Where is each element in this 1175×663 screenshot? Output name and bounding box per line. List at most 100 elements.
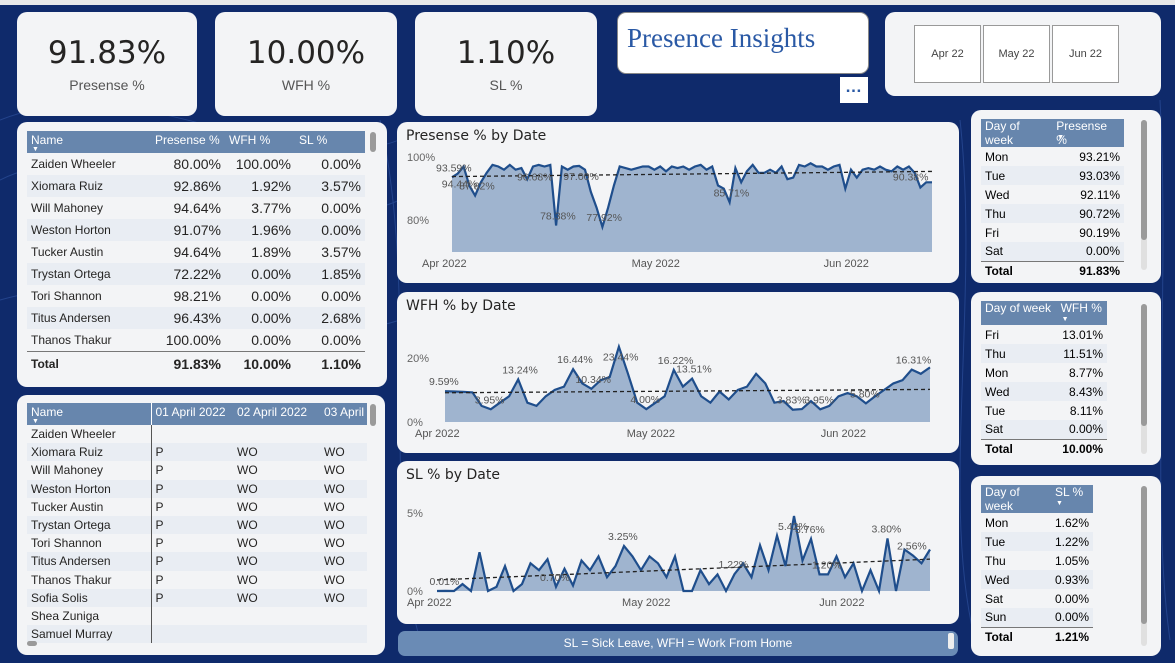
table-row[interactable]: Wed 8.43%	[981, 382, 1107, 401]
dow-col-value[interactable]: SL % ▼	[1051, 485, 1093, 513]
percent-value: 100.00%	[235, 156, 291, 172]
summary-col-wfh[interactable]: WFH %	[225, 131, 295, 153]
daily-col-01apr[interactable]: 01 April 2022	[150, 403, 233, 425]
table-row[interactable]: Sat 0.00%	[981, 420, 1107, 439]
table-row[interactable]: Sat 0.00%	[981, 242, 1124, 261]
table-row[interactable]: Will Mahoney 94.64% 3.77% 0.00%	[27, 197, 365, 219]
percent-value: 8.11%	[1069, 403, 1103, 418]
table-row[interactable]: Xiomara Ruiz 92.86% 1.92% 3.57%	[27, 175, 365, 197]
summary-scroll-thumb[interactable]	[370, 132, 376, 152]
kpi-wfh-value: 10.00%	[246, 35, 366, 71]
table-row[interactable]: Mon 8.77%	[981, 363, 1107, 382]
data-label: 10.34%	[575, 374, 611, 386]
data-label: 3.83%	[777, 395, 807, 407]
table-row[interactable]: Tue 8.11%	[981, 401, 1107, 420]
daily-col-name[interactable]: Name ▼	[27, 403, 151, 425]
x-tick-label: May 2022	[627, 428, 675, 440]
table-row[interactable]: Sat 0.00%	[981, 589, 1093, 608]
table-row[interactable]: Weston Horton 91.07% 1.96% 0.00%	[27, 219, 365, 241]
kpi-sl-card: 1.10% SL %	[415, 12, 597, 116]
table-row[interactable]: Zaiden Wheeler 80.00% 100.00% 0.00%	[27, 153, 365, 175]
daily-col-02apr[interactable]: 02 April 2022	[233, 403, 320, 425]
employee-name: Weston Horton	[31, 223, 111, 237]
month-slicer-apr[interactable]: Apr 22	[914, 25, 981, 83]
dow-wfh-scroll-thumb[interactable]	[1141, 304, 1147, 426]
dow-presense-scrollbar[interactable]	[1141, 120, 1147, 270]
table-row[interactable]: Fri 90.19%	[981, 223, 1124, 242]
dow-wfh-card: Day of week WFH % ▼ Fri 13.01% Thu 11.51% Mon 8.…	[971, 292, 1161, 465]
sort-desc-icon: ▼	[32, 146, 39, 153]
table-row[interactable]: Titus Andersen 96.43% 0.00% 2.68%	[27, 307, 365, 329]
summary-col-sl[interactable]: SL %	[295, 131, 365, 153]
table-row[interactable]: Wed 0.93%	[981, 570, 1093, 589]
table-row[interactable]: Tori Shannon 98.21% 0.00% 0.00%	[27, 285, 365, 307]
month-slicer-may[interactable]: May 22	[983, 25, 1050, 83]
wfh-chart-card: WFH % by Date 20% 0% Apr 2022 May 2022 Jun 2…	[397, 292, 959, 453]
note-scroll-thumb[interactable]	[948, 633, 954, 649]
dow-col-value[interactable]: WFH % ▼	[1057, 301, 1107, 325]
table-row[interactable]: Tue 1.22%	[981, 532, 1093, 551]
table-row[interactable]: Trystan Ortega 72.22% 0.00% 1.85%	[27, 263, 365, 285]
data-label: 3.95%	[804, 394, 834, 406]
table-row[interactable]: Samuel Murray	[27, 625, 367, 644]
table-row[interactable]: Shea Zuniga	[27, 606, 367, 626]
table-row[interactable]: Tue 93.03%	[981, 166, 1124, 185]
y-tick-label: 5%	[407, 508, 423, 520]
table-row[interactable]: Weston Horton P WO WO	[27, 479, 367, 498]
daily-scroll-thumb[interactable]	[370, 404, 376, 426]
dow-sl-scrollbar[interactable]	[1141, 486, 1147, 646]
table-row[interactable]: Mon 93.21%	[981, 147, 1124, 166]
kpi-presense-card: 91.83% Presense %	[17, 12, 197, 116]
table-row[interactable]: Tucker Austin P WO WO	[27, 497, 367, 516]
daily-hscroll-thumb[interactable]	[27, 641, 37, 646]
table-row[interactable]: Mon 1.62%	[981, 513, 1093, 532]
table-row[interactable]: Tori Shannon P WO WO	[27, 534, 367, 553]
summary-col-presense[interactable]: Presense %	[151, 131, 225, 153]
summary-scrollbar[interactable]	[370, 132, 376, 372]
attendance-status: P	[150, 443, 233, 462]
dow-col-value[interactable]: Presense % ▼	[1052, 119, 1124, 147]
data-label: 93.59%	[436, 162, 472, 174]
percent-value: 98.21%	[173, 288, 221, 304]
percent-value: 92.11%	[1080, 187, 1120, 202]
table-row[interactable]: Thu 1.05%	[981, 551, 1093, 570]
percent-value: 1.85%	[321, 266, 361, 282]
table-row[interactable]: Xiomara Ruiz P WO WO	[27, 443, 367, 462]
table-row[interactable]: Thu 90.72%	[981, 204, 1124, 223]
table-row[interactable]: Zaiden Wheeler	[27, 425, 367, 444]
table-row[interactable]: Fri 13.01%	[981, 325, 1107, 344]
month-slicer-jun[interactable]: Jun 22	[1052, 25, 1119, 83]
summary-total-sl: 1.10%	[295, 350, 365, 377]
table-row[interactable]: Titus Andersen P WO WO	[27, 552, 367, 571]
table-row[interactable]: Sun 0.00%	[981, 608, 1093, 627]
employee-name: Trystan Ortega	[31, 518, 111, 533]
table-row[interactable]: Wed 92.11%	[981, 185, 1124, 204]
dow-col-day[interactable]: Day of week	[981, 301, 1057, 325]
dow-wfh-scrollbar[interactable]	[1141, 304, 1147, 454]
data-label: 3.76%	[795, 524, 825, 536]
daily-col-03apr[interactable]: 03 April	[320, 403, 367, 425]
table-row[interactable]: Thu 11.51%	[981, 344, 1107, 363]
dow-total-row: Total 10.00%	[981, 438, 1107, 458]
more-options-button[interactable]: …	[840, 77, 868, 103]
percent-value: 0.00%	[321, 222, 361, 238]
table-row[interactable]: Thanos Thakur 100.00% 0.00% 0.00%	[27, 329, 365, 351]
summary-col-name[interactable]: Name ▼	[27, 131, 151, 153]
dow-col-day[interactable]: Day of week	[981, 119, 1052, 147]
table-row[interactable]: Sofia Solis P WO WO	[27, 588, 367, 607]
table-row[interactable]: Trystan Ortega P WO WO	[27, 515, 367, 535]
percent-value: 0.00%	[1054, 591, 1089, 606]
attendance-status: WO	[324, 536, 345, 551]
percent-value: 0.00%	[321, 331, 361, 348]
table-row[interactable]: Will Mahoney P WO WO	[27, 461, 367, 480]
summary-total-wfh: 10.00%	[225, 350, 295, 377]
dow-col-day[interactable]: Day of week	[981, 485, 1051, 513]
daily-scrollbar[interactable]	[370, 404, 376, 634]
data-label: 1.22%	[719, 559, 749, 571]
dow-sl-scroll-thumb[interactable]	[1141, 486, 1147, 624]
dow-total-row: Total 1.21%	[981, 626, 1093, 646]
table-row[interactable]: Thanos Thakur P WO WO	[27, 570, 367, 589]
sl-chart: 5%0%Apr 2022 May 2022 Jun 20220.01%3.25%0.…	[407, 508, 931, 609]
dow-presense-scroll-thumb[interactable]	[1141, 120, 1147, 240]
table-row[interactable]: Tucker Austin 94.64% 1.89% 3.57%	[27, 241, 365, 263]
